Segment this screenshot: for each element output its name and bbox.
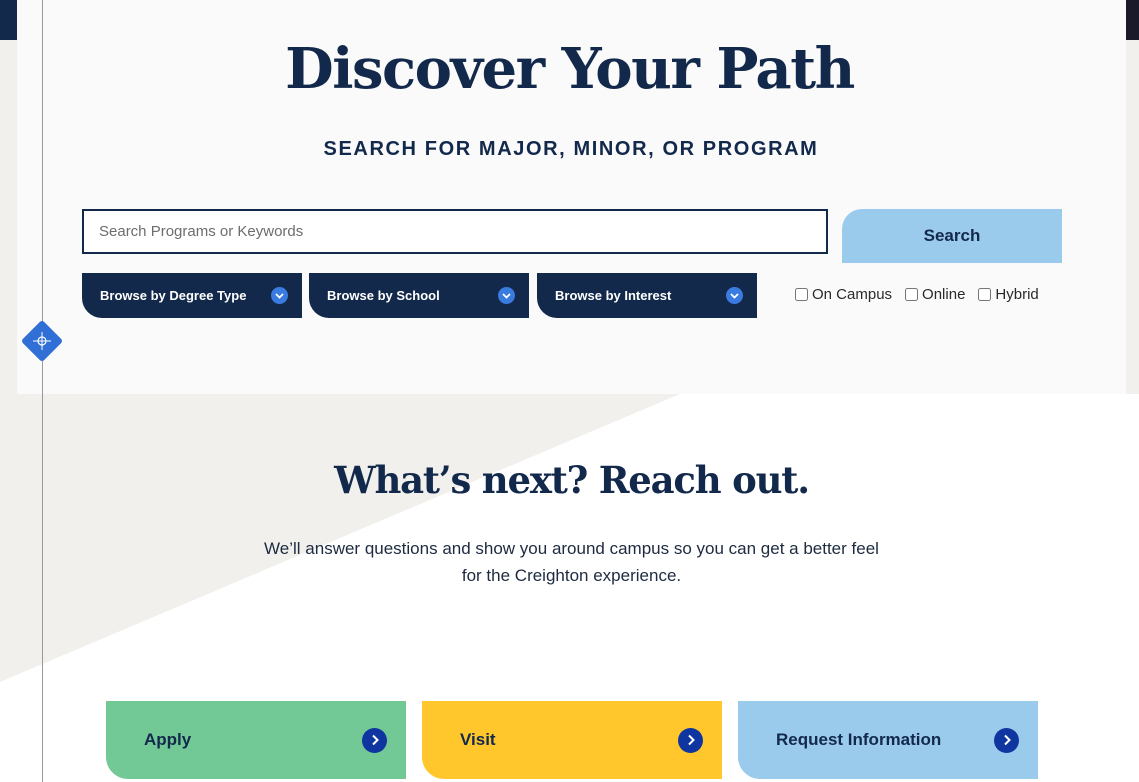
chevron-right-icon [362,727,387,753]
filter-label: Online [922,286,966,303]
program-search-input[interactable] [82,209,828,254]
visit-button[interactable]: Visit [422,701,722,779]
dropdown-label: Browse by Interest [555,288,672,303]
filter-online[interactable]: Online [905,286,965,303]
chevron-down-icon [271,287,288,304]
browse-school-dropdown[interactable]: Browse by School [309,273,529,318]
browse-interest-dropdown[interactable]: Browse by Interest [537,273,757,318]
online-checkbox[interactable] [905,288,919,301]
filter-label: Hybrid [995,286,1039,303]
filter-on-campus[interactable]: On Campus [795,286,892,303]
hybrid-checkbox[interactable] [978,288,992,301]
cta-label: Visit [460,730,496,749]
dropdown-label: Browse by Degree Type [100,288,247,303]
header-corner-image [1126,0,1139,40]
on-campus-checkbox[interactable] [795,288,808,301]
cta-label: Request Information [776,730,942,749]
dropdown-label: Browse by School [327,288,440,303]
apply-button[interactable]: Apply [106,701,406,779]
cta-label: Apply [144,730,192,749]
search-subtitle: SEARCH FOR MAJOR, MINOR, OR PROGRAM [323,138,819,160]
page-title: Discover Your Path [285,36,855,102]
chevron-right-icon [678,727,703,753]
contact-heading: What’s next? Reach out. [334,458,810,502]
decorative-vertical-line [42,0,43,782]
filter-label: On Campus [812,286,893,303]
request-information-button[interactable]: Request Information [738,701,1038,779]
search-button[interactable]: Search [842,209,1062,263]
chevron-down-icon [726,287,743,304]
compass-icon [22,321,62,361]
chevron-down-icon [498,287,515,304]
delivery-filters: On Campus Online Hybrid [795,286,1039,303]
contact-text: We’ll answer questions and show you arou… [264,539,879,585]
chevron-right-icon [994,727,1019,753]
filter-hybrid[interactable]: Hybrid [978,286,1039,303]
browse-degree-type-dropdown[interactable]: Browse by Degree Type [82,273,302,318]
